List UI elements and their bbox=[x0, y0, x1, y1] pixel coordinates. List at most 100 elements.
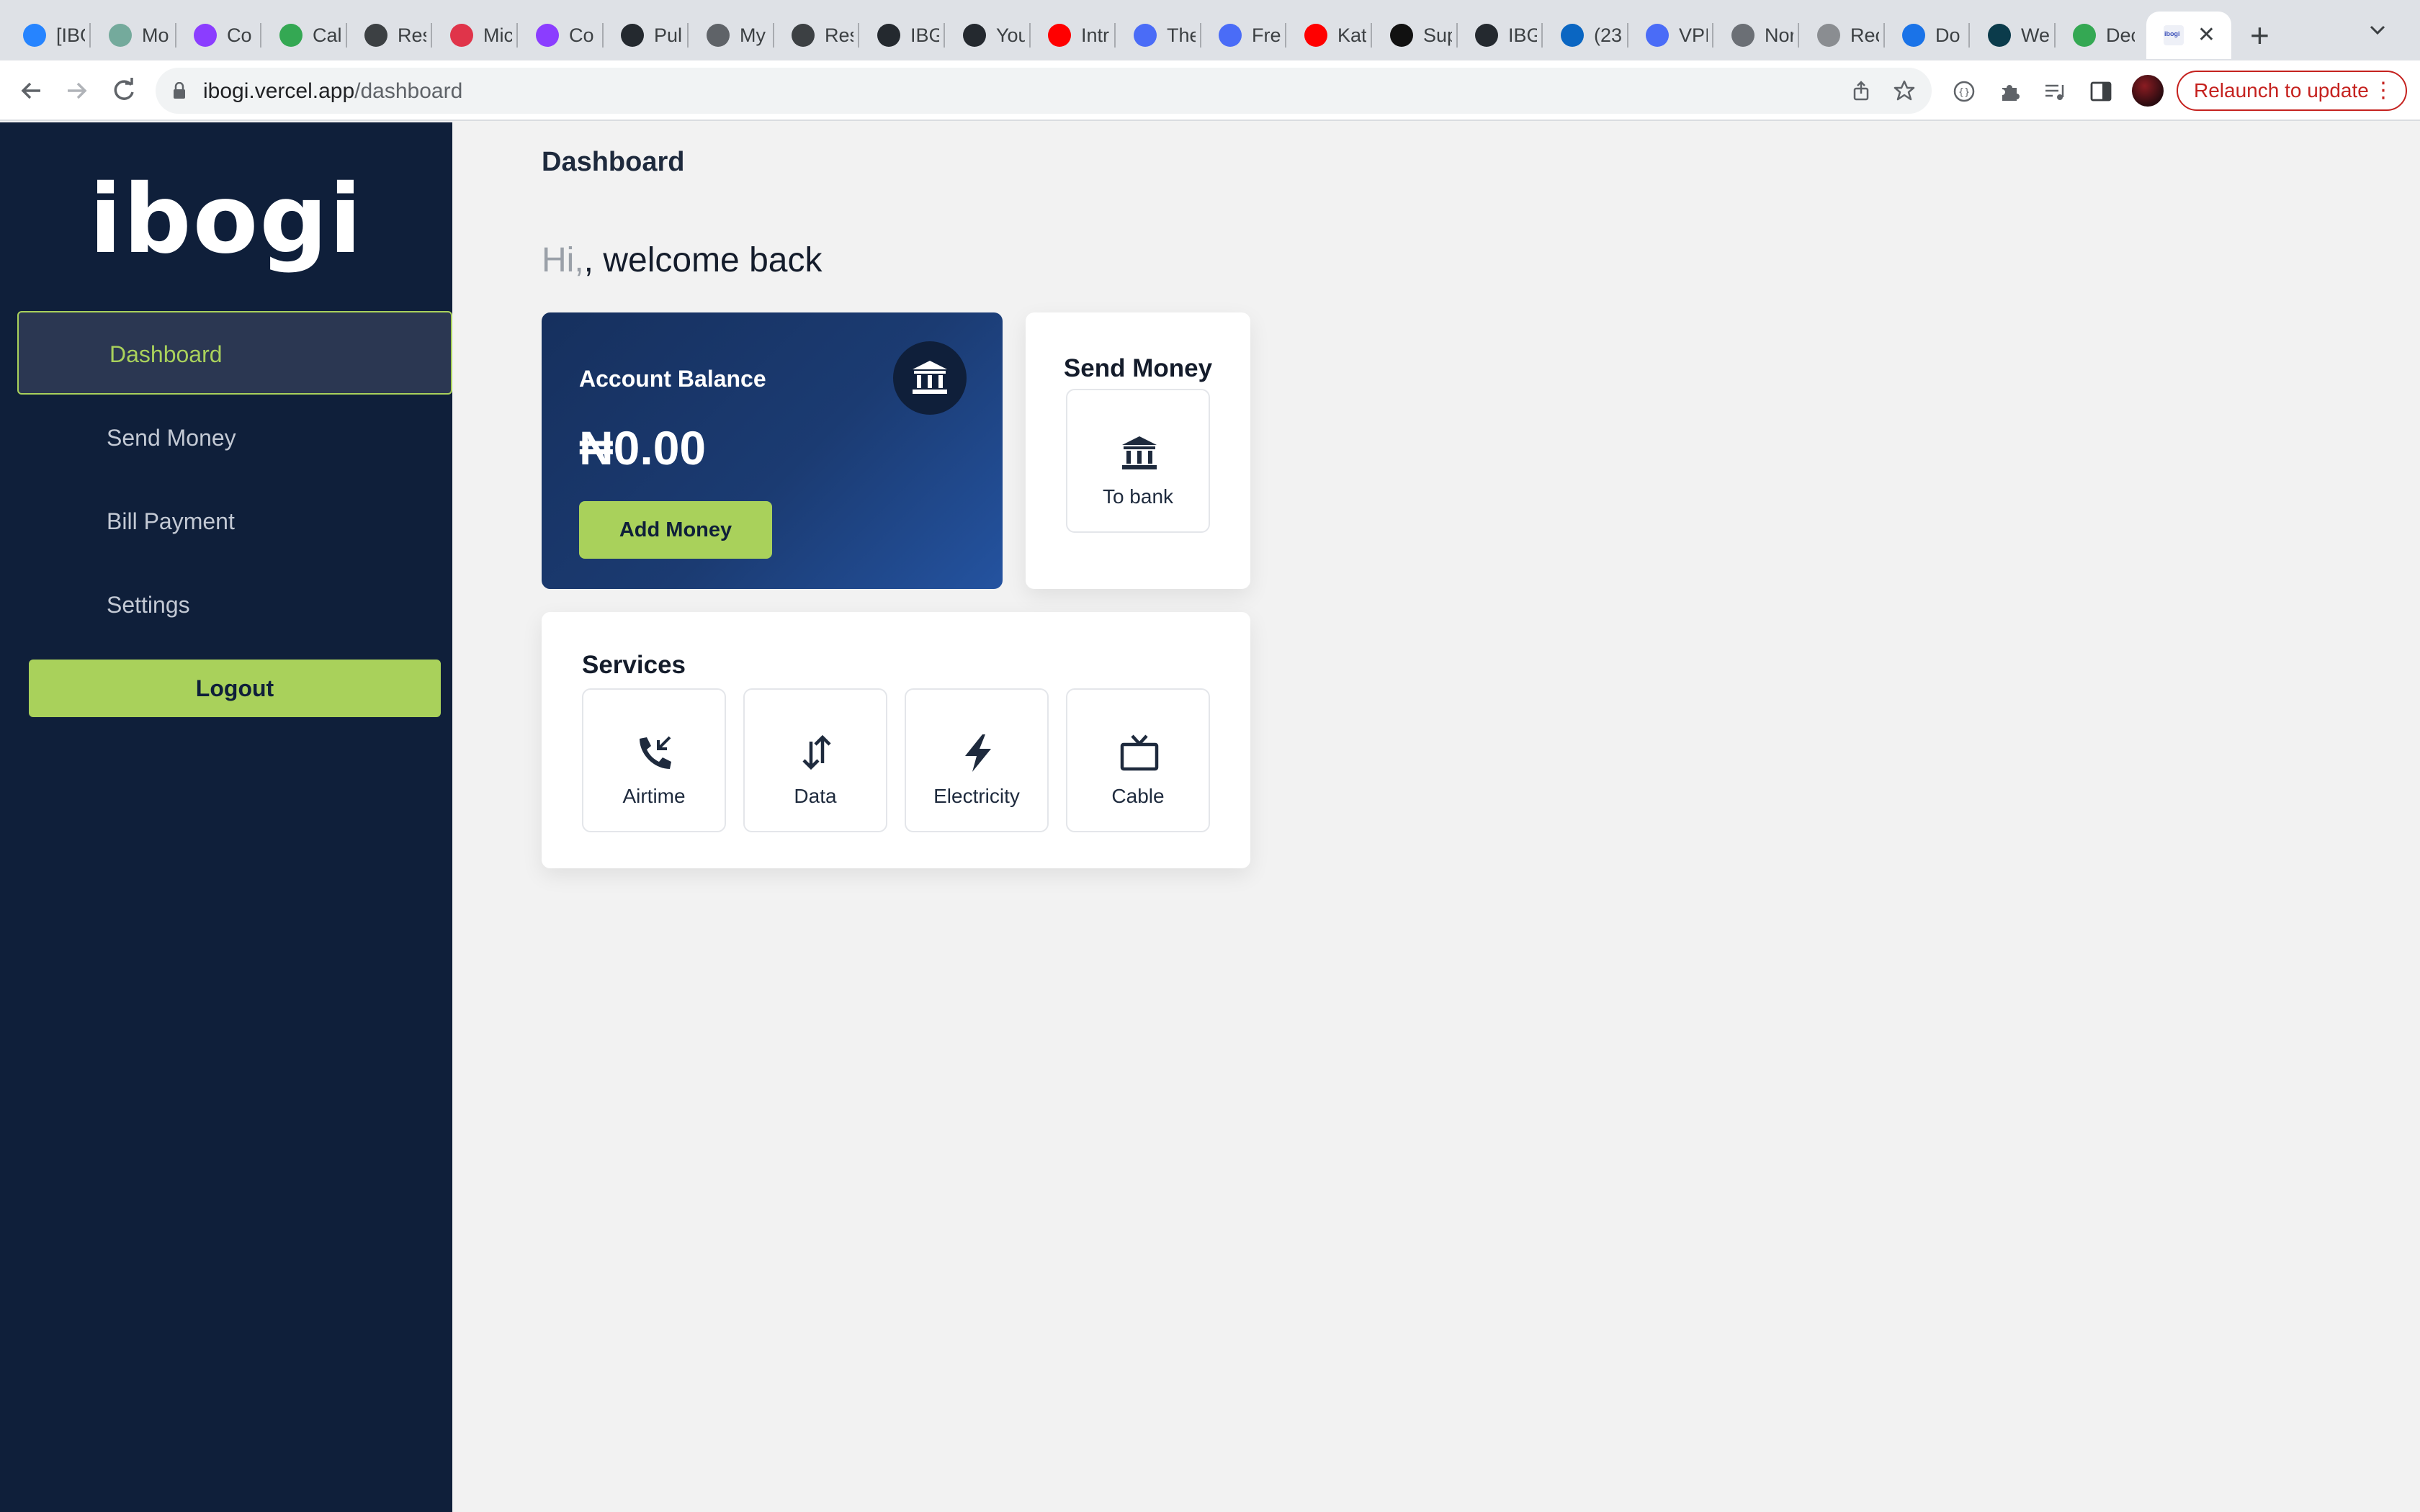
relaunch-button[interactable]: Relaunch to update ⋮ bbox=[2177, 71, 2407, 111]
browser-tab-bar: [IBG Mo Co Cal Res Mic Co Pul My Res IBG You Intr The… bbox=[0, 0, 2420, 60]
sidebar-item-settings[interactable]: Settings bbox=[17, 563, 452, 647]
sidebar-item-dashboard[interactable]: Dashboard bbox=[17, 311, 452, 395]
tab-4[interactable]: Res bbox=[346, 12, 431, 59]
ibogi-favicon-icon: ibogi bbox=[2164, 25, 2184, 45]
lock-icon[interactable] bbox=[173, 82, 186, 99]
square-icon bbox=[1390, 24, 1413, 47]
tab-24[interactable]: Dec bbox=[2054, 12, 2140, 59]
to-bank-tile[interactable]: To bank bbox=[1066, 389, 1210, 533]
tab-21[interactable]: Rec bbox=[1798, 12, 1884, 59]
chatgpt-icon bbox=[109, 24, 132, 47]
address-bar[interactable]: ibogi.vercel.app/dashboard bbox=[156, 68, 1932, 114]
tab-8[interactable]: My bbox=[688, 12, 774, 59]
extensions-puzzle-icon[interactable] bbox=[1998, 79, 2022, 104]
tab-title: Dec bbox=[2106, 24, 2135, 46]
linkedin-icon bbox=[1561, 24, 1584, 47]
bank-icon bbox=[893, 341, 967, 415]
youtube-icon bbox=[1048, 24, 1071, 47]
course-icon bbox=[194, 24, 217, 47]
service-tile-electricity[interactable]: Electricity bbox=[905, 688, 1049, 832]
sidebar-item-bill-payment[interactable]: Bill Payment bbox=[17, 480, 452, 563]
url-path: /dashboard bbox=[354, 79, 463, 103]
tab-title: You bbox=[996, 24, 1025, 46]
react-icon bbox=[1988, 24, 2011, 47]
service-tile-cable[interactable]: Cable bbox=[1066, 688, 1210, 832]
tab-title: Kat bbox=[1337, 24, 1366, 46]
add-money-button[interactable]: Add Money bbox=[579, 501, 772, 559]
active-tab-title: ibogi bbox=[2164, 30, 2180, 37]
sidebar-item-label: Dashboard bbox=[109, 341, 223, 367]
tab-13[interactable]: The bbox=[1115, 12, 1201, 59]
jira-icon bbox=[23, 24, 46, 47]
tab-title: Do bbox=[1935, 24, 1960, 46]
share-icon[interactable] bbox=[1850, 79, 1873, 102]
phone-incoming-glyph bbox=[640, 736, 671, 769]
tab-title: We bbox=[2021, 24, 2050, 46]
greeting-rest: , welcome back bbox=[583, 241, 823, 279]
resource-icon bbox=[364, 24, 387, 47]
globe-icon bbox=[707, 24, 730, 47]
tab-title: Res bbox=[398, 24, 426, 46]
bookmark-star-icon[interactable] bbox=[1893, 79, 1916, 102]
reload-icon[interactable] bbox=[108, 75, 140, 107]
youtube-icon bbox=[1304, 24, 1327, 47]
resource-icon bbox=[792, 24, 815, 47]
side-panel-icon[interactable] bbox=[2089, 79, 2113, 104]
tab-title: (23 bbox=[1594, 24, 1623, 46]
extension-circle-icon[interactable]: {} bbox=[1952, 79, 1976, 104]
tab-9[interactable]: Res bbox=[773, 12, 859, 59]
tab-19[interactable]: VPI bbox=[1627, 12, 1713, 59]
profile-avatar[interactable] bbox=[2132, 75, 2164, 107]
tab-0[interactable]: [IBG bbox=[4, 12, 90, 59]
more-menu-icon[interactable]: ⋮ bbox=[2372, 72, 2394, 109]
arrows-up-down-glyph bbox=[802, 734, 831, 770]
tab-20[interactable]: Nor bbox=[1713, 12, 1798, 59]
tv-icon bbox=[1118, 732, 1161, 775]
tab-22[interactable]: Do bbox=[1883, 12, 1969, 59]
service-tile-data[interactable]: Data bbox=[743, 688, 887, 832]
tab-title: Rec bbox=[1850, 24, 1879, 46]
tab-title: Cal bbox=[313, 24, 341, 46]
tab-10[interactable]: IBG bbox=[859, 12, 944, 59]
close-tab-icon[interactable]: ✕ bbox=[2197, 23, 2215, 48]
tab-17[interactable]: IBG bbox=[1456, 12, 1542, 59]
tab-1[interactable]: Mo bbox=[90, 12, 176, 59]
bank-building-icon bbox=[913, 361, 947, 394]
tab-16[interactable]: Sup bbox=[1371, 12, 1457, 59]
media-queue-icon[interactable] bbox=[2043, 79, 2067, 104]
tab-5[interactable]: Mic bbox=[431, 12, 517, 59]
service-label: Data bbox=[794, 785, 837, 807]
docs-icon bbox=[2073, 24, 2096, 47]
service-tile-airtime[interactable]: Airtime bbox=[582, 688, 726, 832]
github-icon bbox=[877, 24, 900, 47]
tab-18[interactable]: (23 bbox=[1542, 12, 1628, 59]
tab-3[interactable]: Cal bbox=[261, 12, 346, 59]
tab-title: IBG bbox=[910, 24, 939, 46]
phone-incoming-icon bbox=[634, 732, 677, 775]
tab-14[interactable]: Fre bbox=[1200, 12, 1286, 59]
tab-2[interactable]: Co bbox=[175, 12, 261, 59]
service-label: Electricity bbox=[933, 785, 1020, 807]
service-label: Airtime bbox=[622, 785, 686, 807]
tab-title: IBG bbox=[1508, 24, 1537, 46]
tab-15[interactable]: Kat bbox=[1286, 12, 1371, 59]
calculator-icon bbox=[279, 24, 302, 47]
back-arrow-icon[interactable] bbox=[16, 75, 48, 107]
tab-title: Intr bbox=[1081, 24, 1110, 46]
send-money-title: Send Money bbox=[1063, 354, 1213, 382]
download-icon bbox=[1902, 24, 1925, 47]
new-tab-icon[interactable]: + bbox=[2250, 17, 2269, 53]
tab-title: Mo bbox=[142, 24, 169, 46]
tab-active[interactable]: ibogi ✕ bbox=[2146, 12, 2231, 59]
tab-search-chevron-icon[interactable] bbox=[2368, 20, 2387, 39]
tab-7[interactable]: Pul bbox=[602, 12, 688, 59]
forward-arrow-icon[interactable] bbox=[60, 75, 92, 107]
url-text[interactable]: ibogi.vercel.app/dashboard bbox=[203, 79, 462, 104]
sidebar-item-send-money[interactable]: Send Money bbox=[17, 396, 452, 480]
tab-6[interactable]: Co bbox=[517, 12, 603, 59]
tab-12[interactable]: Intr bbox=[1029, 12, 1115, 59]
tab-title: Mic bbox=[483, 24, 512, 46]
tab-23[interactable]: We bbox=[1969, 12, 2055, 59]
logout-button[interactable]: Logout bbox=[29, 660, 441, 717]
tab-11[interactable]: You bbox=[944, 12, 1030, 59]
